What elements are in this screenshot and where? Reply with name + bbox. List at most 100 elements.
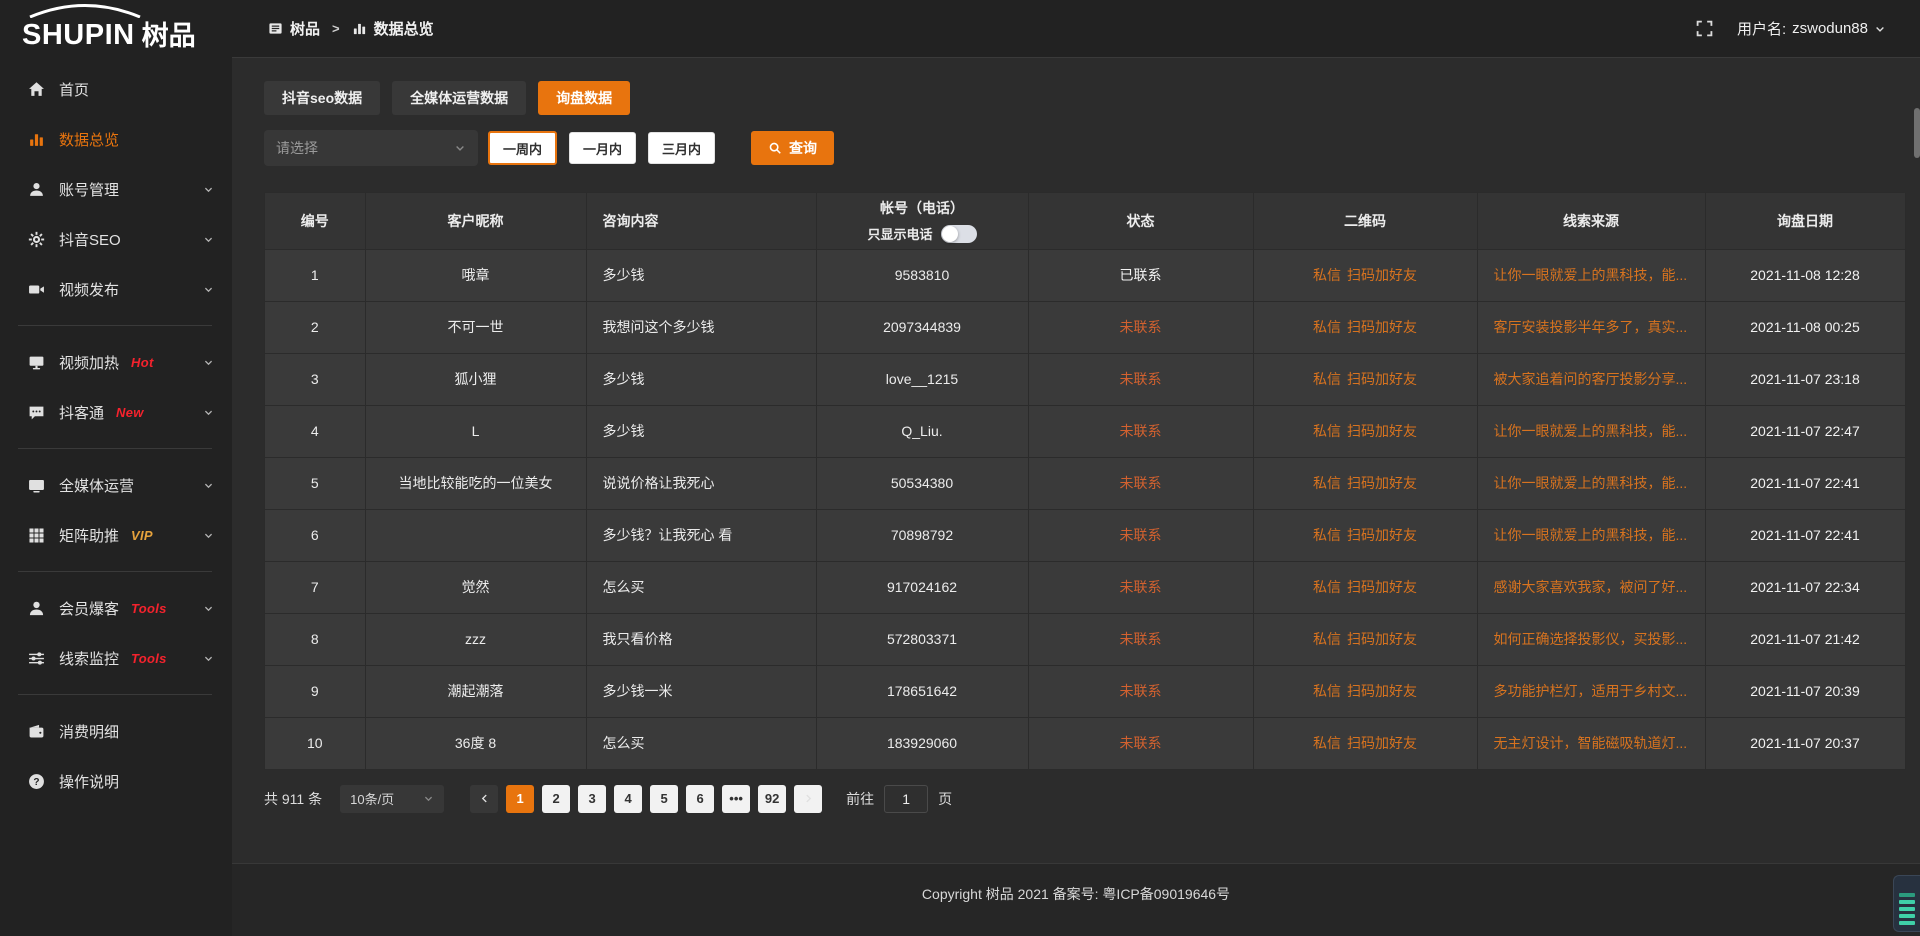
cell-nickname: 觉然 (365, 561, 586, 613)
goto-page-input[interactable] (884, 785, 928, 813)
qr-action-link-0[interactable]: 私信 (1313, 631, 1341, 647)
sidebar-item-matrix-boost[interactable]: 矩阵助推VIP (0, 510, 232, 560)
chevron-down-icon (203, 234, 214, 245)
qr-action-link-1[interactable]: 扫码加好友 (1347, 735, 1417, 751)
cell-status: 未联系 (1028, 353, 1253, 405)
cell-account: 572803371 (816, 613, 1028, 665)
sidebar-item-data-overview[interactable]: 数据总览 (0, 114, 232, 164)
goto-suffix: 页 (938, 789, 952, 809)
user-dropdown[interactable]: 用户名: zswodun88 (1737, 18, 1886, 39)
pagination: 共 911 条 10条/页 123456•••92 前往 页 (264, 785, 1904, 813)
prev-page-button[interactable] (470, 785, 498, 813)
cell-inquiry: 多少钱 (586, 249, 816, 301)
column-header-label: 帐号（电话） (827, 198, 1018, 218)
qr-action-link-1[interactable]: 扫码加好友 (1347, 475, 1417, 491)
cell-inquiry: 说说价格让我死心 (586, 457, 816, 509)
cell-qr: 私信扫码加好友 (1253, 457, 1477, 509)
range-button-0[interactable]: 一周内 (488, 131, 557, 165)
tab-douyin-seo-data[interactable]: 抖音seo数据 (264, 81, 380, 115)
table-row: 1哦章多少钱9583810已联系私信扫码加好友让你一眼就爱上的黑科技，能...2… (265, 249, 1905, 301)
qr-action-link-0[interactable]: 私信 (1313, 579, 1341, 595)
source-link[interactable]: 如何正确选择投影仪，买投影... (1494, 631, 1688, 647)
app-logo[interactable]: SHUPIN 树品 (0, 0, 232, 58)
qr-action-link-1[interactable]: 扫码加好友 (1347, 371, 1417, 387)
range-button-2[interactable]: 三月内 (648, 132, 715, 164)
sidebar-item-account-manage[interactable]: 账号管理 (0, 164, 232, 214)
sidebar-item-video-publish[interactable]: 视频发布 (0, 264, 232, 314)
page-button-4[interactable]: 4 (614, 785, 642, 813)
qr-action-link-1[interactable]: 扫码加好友 (1347, 631, 1417, 647)
scrollbar[interactable] (1914, 108, 1920, 158)
qr-action-link-1[interactable]: 扫码加好友 (1347, 319, 1417, 335)
source-link[interactable]: 多功能护栏灯，适用于乡村文... (1494, 683, 1688, 699)
cell-qr: 私信扫码加好友 (1253, 509, 1477, 561)
page-button-92[interactable]: 92 (758, 785, 786, 813)
cell-no: 5 (265, 457, 365, 509)
page-button-2[interactable]: 2 (542, 785, 570, 813)
next-page-button[interactable] (794, 785, 822, 813)
cell-qr: 私信扫码加好友 (1253, 353, 1477, 405)
sidebar-item-home[interactable]: 首页 (0, 64, 232, 114)
qr-action-link-1[interactable]: 扫码加好友 (1347, 527, 1417, 543)
sidebar-item-member-burst[interactable]: 会员爆客Tools (0, 583, 232, 633)
qr-action-link-0[interactable]: 私信 (1313, 319, 1341, 335)
qr-action-link-0[interactable]: 私信 (1313, 267, 1341, 283)
page-button-3[interactable]: 3 (578, 785, 606, 813)
cell-status: 未联系 (1028, 561, 1253, 613)
fullscreen-icon[interactable] (1696, 20, 1713, 37)
sidebar-item-video-heat[interactable]: 视频加热Hot (0, 337, 232, 387)
page-button-6[interactable]: 6 (686, 785, 714, 813)
qr-action-link-0[interactable]: 私信 (1313, 423, 1341, 439)
query-button[interactable]: 查询 (751, 131, 834, 165)
sidebar-item-clue-monitor[interactable]: 线索监控Tools (0, 633, 232, 683)
column-header-3: 帐号（电话）只显示电话 (816, 193, 1028, 249)
sidebar-item-omni-media[interactable]: 全媒体运营 (0, 460, 232, 510)
source-link[interactable]: 无主灯设计，智能磁吸轨道灯... (1494, 735, 1688, 751)
cell-no: 1 (265, 249, 365, 301)
source-link[interactable]: 感谢大家喜欢我家，被问了好... (1494, 579, 1688, 595)
range-button-1[interactable]: 一月内 (569, 132, 636, 164)
qr-action-link-0[interactable]: 私信 (1313, 527, 1341, 543)
source-link[interactable]: 让你一眼就爱上的黑科技，能... (1494, 527, 1688, 543)
source-link[interactable]: 让你一眼就爱上的黑科技，能... (1494, 475, 1688, 491)
footer: Copyright 树品 2021 备案号: 粤ICP备09019646号 (232, 863, 1920, 936)
source-link[interactable]: 客厅安装投影半年多了，真实... (1494, 319, 1688, 335)
cell-date: 2021-11-07 21:42 (1705, 613, 1905, 665)
qr-action-link-1[interactable]: 扫码加好友 (1347, 579, 1417, 595)
qr-action-link-0[interactable]: 私信 (1313, 475, 1341, 491)
qr-action-link-1[interactable]: 扫码加好友 (1347, 683, 1417, 699)
source-link[interactable]: 让你一眼就爱上的黑科技，能... (1494, 423, 1688, 439)
qr-action-link-0[interactable]: 私信 (1313, 371, 1341, 387)
cell-source: 让你一眼就爱上的黑科技，能... (1477, 249, 1705, 301)
sidebar-item-douyin-seo[interactable]: 抖音SEO (0, 214, 232, 264)
qr-action-link-1[interactable]: 扫码加好友 (1347, 423, 1417, 439)
qr-action-link-0[interactable]: 私信 (1313, 683, 1341, 699)
source-link[interactable]: 被大家追着问的客厅投影分享... (1494, 371, 1688, 387)
column-header-0: 编号 (265, 193, 365, 249)
breadcrumb-home[interactable]: 树品 (290, 18, 320, 39)
tab-inquiry-data[interactable]: 询盘数据 (538, 81, 630, 115)
source-link[interactable]: 让你一眼就爱上的黑科技，能... (1494, 267, 1688, 283)
sidebar-menu: 首页数据总览账号管理抖音SEO视频发布视频加热Hot抖客通New 全媒体运营矩阵助… (0, 58, 232, 806)
phone-only-toggle[interactable] (941, 225, 977, 243)
table-row: 3狐小狸多少钱love__1215未联系私信扫码加好友被大家追着问的客厅投影分享… (265, 353, 1905, 405)
account-select[interactable]: 请选择 (264, 130, 478, 166)
corner-widget[interactable] (1893, 875, 1920, 932)
page-button-1[interactable]: 1 (506, 785, 534, 813)
cell-nickname: 哦章 (365, 249, 586, 301)
page-ellipsis-button[interactable]: ••• (722, 785, 750, 813)
cell-inquiry: 怎么买 (586, 561, 816, 613)
sidebar-item-douketong[interactable]: 抖客通New (0, 387, 232, 437)
sidebar-item-consume-detail[interactable]: 消费明细 (0, 706, 232, 756)
sidebar-item-operation-guide[interactable]: ?操作说明 (0, 756, 232, 806)
tab-omni-media-data[interactable]: 全媒体运营数据 (392, 81, 526, 115)
cell-status: 已联系 (1028, 249, 1253, 301)
user-icon (28, 181, 45, 198)
qr-action-link-0[interactable]: 私信 (1313, 735, 1341, 751)
page-buttons: 123456 ••• 92 (506, 785, 794, 813)
chevron-down-icon (203, 653, 214, 664)
page-size-select[interactable]: 10条/页 (340, 785, 444, 813)
cell-inquiry: 我只看价格 (586, 613, 816, 665)
qr-action-link-1[interactable]: 扫码加好友 (1347, 267, 1417, 283)
page-button-5[interactable]: 5 (650, 785, 678, 813)
